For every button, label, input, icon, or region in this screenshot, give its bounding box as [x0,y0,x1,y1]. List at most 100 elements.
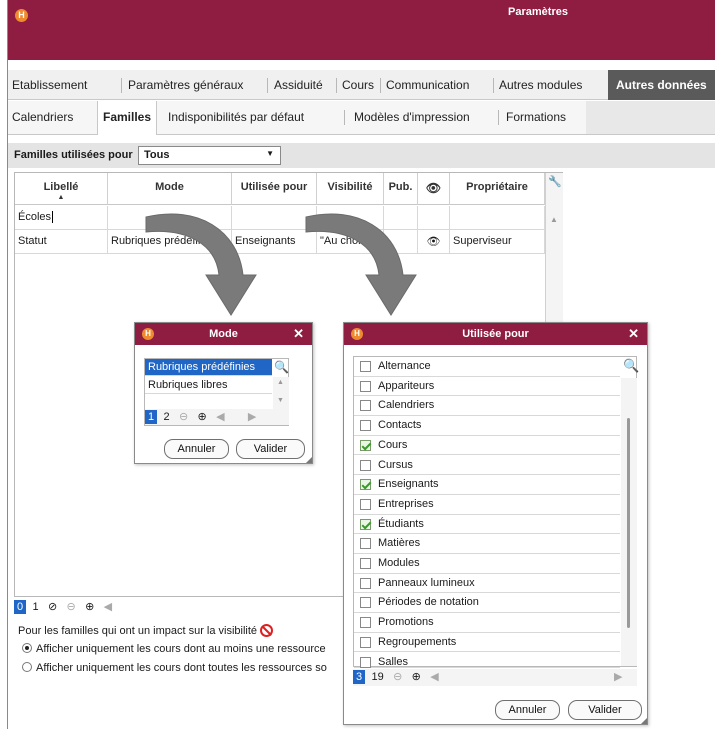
checkbox[interactable] [360,459,371,471]
checkbox-checked[interactable] [360,479,371,491]
search-icon[interactable]: 🔍 [274,360,289,374]
cell-eye[interactable]: 👁 [418,230,450,254]
list-item-regroupements[interactable]: Regroupements [354,633,620,653]
cell-visibilite[interactable]: "Au choix" [317,230,384,254]
tab-etablissement[interactable]: Etablissement [12,70,87,100]
list-item-matieres[interactable]: Matières [354,534,620,554]
list-item[interactable]: Rubriques libres [145,377,272,394]
list-item-appariteurs[interactable]: Appariteurs [354,377,620,397]
table-row[interactable]: Écoles [15,206,545,230]
checkbox[interactable] [360,617,371,629]
cell-pub[interactable] [384,230,418,254]
checkbox[interactable] [360,380,371,392]
zoom-out-icon[interactable]: ⊖ [64,599,79,614]
cancel-button[interactable]: Annuler [164,439,229,459]
col-libelle[interactable]: Libellé ▲ [15,173,108,205]
tab-autres-donnees[interactable]: Autres données [608,70,715,100]
validate-button[interactable]: Valider [568,700,642,720]
list-item-cours[interactable]: Cours [354,436,620,456]
checkbox[interactable] [360,656,371,668]
cell-utilisee[interactable] [232,206,317,230]
hide-eye-icon[interactable]: ⊘ [45,599,60,614]
cell-utilisee[interactable]: Enseignants [232,230,317,254]
subtab-modeles-impression[interactable]: Modèles d'impression [354,101,470,134]
checkbox[interactable] [360,498,371,510]
checkbox[interactable] [360,538,371,550]
list-item-salles[interactable]: Salles [354,653,620,668]
scroll-right-icon[interactable]: ▶ [245,409,259,424]
list-item-etudiants[interactable]: Étudiants [354,515,620,535]
checkbox[interactable] [360,400,371,412]
list-item-cursus[interactable]: Cursus [354,456,620,476]
col-pub[interactable]: Pub. [384,173,418,205]
zoom-out-icon[interactable]: ⊖ [176,409,191,424]
checkbox[interactable] [360,558,371,569]
list-item-entreprises[interactable]: Entreprises [354,495,620,515]
list-item-contacts[interactable]: Contacts [354,416,620,436]
radio-button[interactable] [22,662,32,672]
zoom-in-icon[interactable]: ⊕ [409,669,424,684]
cell-proprietaire[interactable]: Superviseur [450,230,545,254]
checkbox[interactable] [360,577,371,589]
resize-handle[interactable] [306,457,312,463]
close-icon[interactable]: ✕ [293,323,304,345]
table-row[interactable]: Statut Rubriques prédéfinies Enseignants… [15,230,545,254]
zoom-in-icon[interactable]: ⊕ [195,409,210,424]
cancel-button[interactable]: Annuler [495,700,560,720]
tab-cours[interactable]: Cours [342,70,374,100]
validate-button[interactable]: Valider [236,439,305,459]
checkbox[interactable] [360,420,371,432]
scroll-left-icon[interactable]: ◀ [427,669,441,684]
list-item-panneaux[interactable]: Panneaux lumineux [354,574,620,594]
zoom-out-icon[interactable]: ⊖ [390,669,405,684]
filter-select[interactable]: Tous ▼ [138,146,281,165]
list-item-promotions[interactable]: Promotions [354,613,620,633]
list-item[interactable]: Rubriques prédéfinies [145,359,272,376]
list-item-enseignants[interactable]: Enseignants [354,475,620,495]
radio-option-all-resources[interactable]: Afficher uniquement les cours dont toute… [22,662,327,674]
checkbox[interactable] [360,361,371,372]
list-item-modules[interactable]: Modules [354,554,620,574]
tab-communication[interactable]: Communication [386,70,469,100]
checkbox-checked[interactable] [360,439,371,451]
cell-visibilite[interactable] [317,206,384,230]
col-visibilite[interactable]: Visibilité [317,173,384,205]
scroll-thumb[interactable] [627,418,630,628]
subtab-calendriers[interactable]: Calendriers [12,101,73,134]
checkbox[interactable] [360,636,371,648]
search-icon[interactable]: 🔍 [623,358,639,374]
scroll-left-icon[interactable]: ◀ [101,599,115,614]
list-item-alternance[interactable]: Alternance [354,357,620,377]
cell-mode[interactable]: Rubriques prédéfinies [108,230,232,254]
list-item-calendriers[interactable]: Calendriers [354,396,620,417]
col-eye[interactable]: 👁 [418,173,450,205]
page-2[interactable]: 2 [160,410,172,424]
utilisee-list-scrollbar[interactable] [621,378,637,666]
scroll-right-icon[interactable]: ▶ [611,669,625,684]
tab-autres-modules[interactable]: Autres modules [499,70,582,100]
col-proprietaire[interactable]: Propriétaire [450,173,545,205]
radio-option-at-least-one[interactable]: Afficher uniquement les cours dont au mo… [22,643,326,655]
subtab-indisponibilites[interactable]: Indisponibilités par défaut [168,101,304,134]
column-settings-icon[interactable]: 🔧 [548,175,562,188]
col-mode[interactable]: Mode [108,173,232,205]
cell-eye[interactable] [418,206,450,230]
checkbox-checked[interactable] [360,518,371,530]
cell-proprietaire[interactable] [450,206,545,230]
checkbox[interactable] [360,597,371,609]
col-utilisee-pour[interactable]: Utilisée pour [232,173,317,205]
tab-assiduite[interactable]: Assiduité [274,70,323,100]
zoom-in-icon[interactable]: ⊕ [82,599,97,614]
close-icon[interactable]: ✕ [628,323,639,345]
list-item-periodes[interactable]: Périodes de notation [354,593,620,614]
page-1[interactable]: 1 [145,409,158,424]
cell-libelle[interactable]: Écoles [15,206,108,230]
scroll-left-icon[interactable]: ◀ [213,409,227,424]
scroll-up-icon[interactable]: ▲ [550,215,558,224]
subtab-familles[interactable]: Familles [97,101,158,135]
subtab-formations[interactable]: Formations [506,101,566,134]
radio-button[interactable] [22,643,32,653]
resize-handle[interactable] [641,718,647,724]
tab-parametres-generaux[interactable]: Paramètres généraux [128,70,243,100]
cell-libelle[interactable]: Statut [15,230,108,254]
